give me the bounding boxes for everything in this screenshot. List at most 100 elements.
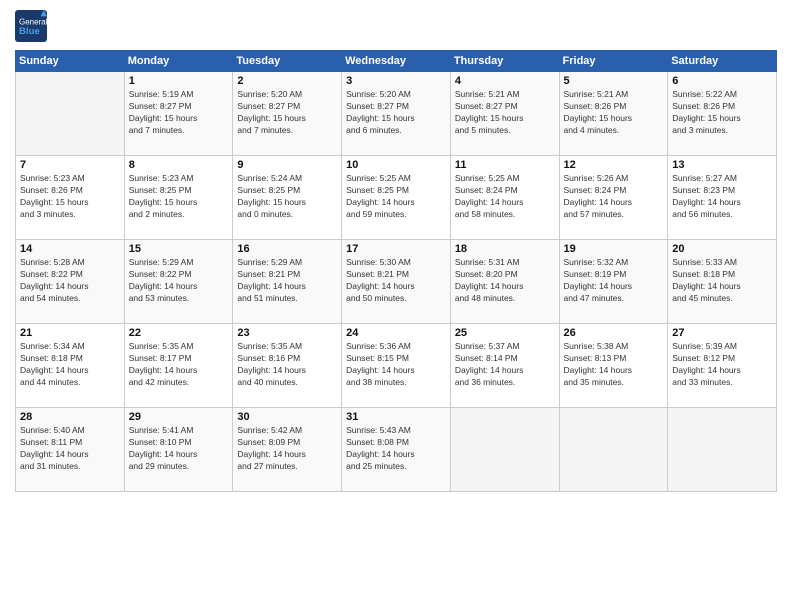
weekday-header: Monday xyxy=(124,51,233,72)
day-info: Sunrise: 5:23 AM Sunset: 8:26 PM Dayligh… xyxy=(20,173,120,221)
calendar-cell: 17 Sunrise: 5:30 AM Sunset: 8:21 PM Dayli… xyxy=(342,240,451,324)
calendar-week-row: 1Sunrise: 5:19 AM Sunset: 8:27 PM Daylig… xyxy=(16,72,777,156)
weekday-header: Friday xyxy=(559,51,668,72)
calendar-cell: 20 Sunrise: 5:33 AM Sunset: 8:18 PM Dayli… xyxy=(668,240,777,324)
page-header: General Blue xyxy=(15,10,777,42)
calendar-cell: 31 Sunrise: 5:43 AM Sunset: 8:08 PM Dayli… xyxy=(342,408,451,492)
calendar-table: SundayMondayTuesdayWednesdayThursdayFrid… xyxy=(15,50,777,492)
day-info: Sunrise: 5:40 AM Sunset: 8:11 PM Dayligh… xyxy=(20,425,120,473)
day-info: Sunrise: 5:43 AM Sunset: 8:08 PM Dayligh… xyxy=(346,425,446,473)
day-info: Sunrise: 5:27 AM Sunset: 8:23 PM Dayligh… xyxy=(672,173,772,221)
calendar-cell: 30 Sunrise: 5:42 AM Sunset: 8:09 PM Dayli… xyxy=(233,408,342,492)
weekday-header: Tuesday xyxy=(233,51,342,72)
day-info: Sunrise: 5:23 AM Sunset: 8:25 PM Dayligh… xyxy=(129,173,229,221)
calendar-cell: 25 Sunrise: 5:37 AM Sunset: 8:14 PM Dayli… xyxy=(450,324,559,408)
day-number: 6 xyxy=(672,75,772,87)
calendar-cell: 11 Sunrise: 5:25 AM Sunset: 8:24 PM Dayli… xyxy=(450,156,559,240)
day-info: Sunrise: 5:29 AM Sunset: 8:22 PM Dayligh… xyxy=(129,257,229,305)
day-number: 21 xyxy=(20,327,120,339)
calendar-cell: 9 Sunrise: 5:24 AM Sunset: 8:25 PM Daylig… xyxy=(233,156,342,240)
day-info: Sunrise: 5:20 AM Sunset: 8:27 PM Dayligh… xyxy=(237,89,337,137)
calendar-cell xyxy=(559,408,668,492)
day-number: 7 xyxy=(20,159,120,171)
day-number: 29 xyxy=(129,411,229,423)
day-info: Sunrise: 5:39 AM Sunset: 8:12 PM Dayligh… xyxy=(672,341,772,389)
day-number: 23 xyxy=(237,327,337,339)
calendar-cell: 23 Sunrise: 5:35 AM Sunset: 8:16 PM Dayli… xyxy=(233,324,342,408)
weekday-header: Thursday xyxy=(450,51,559,72)
calendar-cell: 28 Sunrise: 5:40 AM Sunset: 8:11 PM Dayli… xyxy=(16,408,125,492)
day-number: 28 xyxy=(20,411,120,423)
calendar-cell: 18Sunrise: 5:31 AM Sunset: 8:20 PM Dayli… xyxy=(450,240,559,324)
day-info: Sunrise: 5:25 AM Sunset: 8:24 PM Dayligh… xyxy=(455,173,555,221)
calendar-week-row: 7 Sunrise: 5:23 AM Sunset: 8:26 PM Daylig… xyxy=(16,156,777,240)
day-info: Sunrise: 5:21 AM Sunset: 8:27 PM Dayligh… xyxy=(455,89,555,137)
calendar-cell: 14Sunrise: 5:28 AM Sunset: 8:22 PM Dayli… xyxy=(16,240,125,324)
calendar-cell: 29 Sunrise: 5:41 AM Sunset: 8:10 PM Dayli… xyxy=(124,408,233,492)
calendar-cell: 6 Sunrise: 5:22 AM Sunset: 8:26 PM Daylig… xyxy=(668,72,777,156)
svg-text:Blue: Blue xyxy=(19,26,40,37)
day-info: Sunrise: 5:35 AM Sunset: 8:16 PM Dayligh… xyxy=(237,341,337,389)
calendar-cell: 2 Sunrise: 5:20 AM Sunset: 8:27 PM Daylig… xyxy=(233,72,342,156)
day-info: Sunrise: 5:19 AM Sunset: 8:27 PM Dayligh… xyxy=(129,89,229,137)
day-info: Sunrise: 5:37 AM Sunset: 8:14 PM Dayligh… xyxy=(455,341,555,389)
day-info: Sunrise: 5:26 AM Sunset: 8:24 PM Dayligh… xyxy=(564,173,664,221)
day-number: 12 xyxy=(564,159,664,171)
day-info: Sunrise: 5:20 AM Sunset: 8:27 PM Dayligh… xyxy=(346,89,446,137)
calendar-cell xyxy=(450,408,559,492)
calendar-cell: 3 Sunrise: 5:20 AM Sunset: 8:27 PM Daylig… xyxy=(342,72,451,156)
day-number: 31 xyxy=(346,411,446,423)
calendar-cell: 1Sunrise: 5:19 AM Sunset: 8:27 PM Daylig… xyxy=(124,72,233,156)
day-info: Sunrise: 5:30 AM Sunset: 8:21 PM Dayligh… xyxy=(346,257,446,305)
calendar-cell: 12 Sunrise: 5:26 AM Sunset: 8:24 PM Dayli… xyxy=(559,156,668,240)
day-number: 9 xyxy=(237,159,337,171)
day-info: Sunrise: 5:42 AM Sunset: 8:09 PM Dayligh… xyxy=(237,425,337,473)
day-info: Sunrise: 5:41 AM Sunset: 8:10 PM Dayligh… xyxy=(129,425,229,473)
day-info: Sunrise: 5:35 AM Sunset: 8:17 PM Dayligh… xyxy=(129,341,229,389)
day-number: 11 xyxy=(455,159,555,171)
calendar-week-row: 28 Sunrise: 5:40 AM Sunset: 8:11 PM Dayli… xyxy=(16,408,777,492)
calendar-cell: 7 Sunrise: 5:23 AM Sunset: 8:26 PM Daylig… xyxy=(16,156,125,240)
svg-text:General: General xyxy=(19,17,47,26)
day-info: Sunrise: 5:29 AM Sunset: 8:21 PM Dayligh… xyxy=(237,257,337,305)
day-number: 30 xyxy=(237,411,337,423)
calendar-cell: 22 Sunrise: 5:35 AM Sunset: 8:17 PM Dayli… xyxy=(124,324,233,408)
day-number: 18 xyxy=(455,243,555,255)
day-number: 5 xyxy=(564,75,664,87)
day-info: Sunrise: 5:22 AM Sunset: 8:26 PM Dayligh… xyxy=(672,89,772,137)
day-number: 4 xyxy=(455,75,555,87)
day-number: 19 xyxy=(564,243,664,255)
calendar-cell: 27 Sunrise: 5:39 AM Sunset: 8:12 PM Dayli… xyxy=(668,324,777,408)
day-info: Sunrise: 5:36 AM Sunset: 8:15 PM Dayligh… xyxy=(346,341,446,389)
day-info: Sunrise: 5:32 AM Sunset: 8:19 PM Dayligh… xyxy=(564,257,664,305)
day-info: Sunrise: 5:33 AM Sunset: 8:18 PM Dayligh… xyxy=(672,257,772,305)
day-number: 10 xyxy=(346,159,446,171)
calendar-cell: 4 Sunrise: 5:21 AM Sunset: 8:27 PM Daylig… xyxy=(450,72,559,156)
logo-icon: General Blue xyxy=(15,10,47,42)
day-number: 25 xyxy=(455,327,555,339)
calendar-cell: 26 Sunrise: 5:38 AM Sunset: 8:13 PM Dayli… xyxy=(559,324,668,408)
day-number: 8 xyxy=(129,159,229,171)
weekday-header: Saturday xyxy=(668,51,777,72)
calendar-cell: 19 Sunrise: 5:32 AM Sunset: 8:19 PM Dayli… xyxy=(559,240,668,324)
weekday-header: Sunday xyxy=(16,51,125,72)
day-number: 22 xyxy=(129,327,229,339)
day-info: Sunrise: 5:24 AM Sunset: 8:25 PM Dayligh… xyxy=(237,173,337,221)
day-number: 20 xyxy=(672,243,772,255)
day-number: 13 xyxy=(672,159,772,171)
day-info: Sunrise: 5:28 AM Sunset: 8:22 PM Dayligh… xyxy=(20,257,120,305)
calendar-cell: 10 Sunrise: 5:25 AM Sunset: 8:25 PM Dayli… xyxy=(342,156,451,240)
day-number: 3 xyxy=(346,75,446,87)
calendar-cell: 5 Sunrise: 5:21 AM Sunset: 8:26 PM Daylig… xyxy=(559,72,668,156)
calendar-header-row: SundayMondayTuesdayWednesdayThursdayFrid… xyxy=(16,51,777,72)
calendar-cell: 8 Sunrise: 5:23 AM Sunset: 8:25 PM Daylig… xyxy=(124,156,233,240)
day-info: Sunrise: 5:25 AM Sunset: 8:25 PM Dayligh… xyxy=(346,173,446,221)
calendar-cell xyxy=(16,72,125,156)
day-number: 2 xyxy=(237,75,337,87)
day-info: Sunrise: 5:38 AM Sunset: 8:13 PM Dayligh… xyxy=(564,341,664,389)
day-info: Sunrise: 5:21 AM Sunset: 8:26 PM Dayligh… xyxy=(564,89,664,137)
day-info: Sunrise: 5:34 AM Sunset: 8:18 PM Dayligh… xyxy=(20,341,120,389)
day-number: 26 xyxy=(564,327,664,339)
day-number: 27 xyxy=(672,327,772,339)
day-number: 17 xyxy=(346,243,446,255)
